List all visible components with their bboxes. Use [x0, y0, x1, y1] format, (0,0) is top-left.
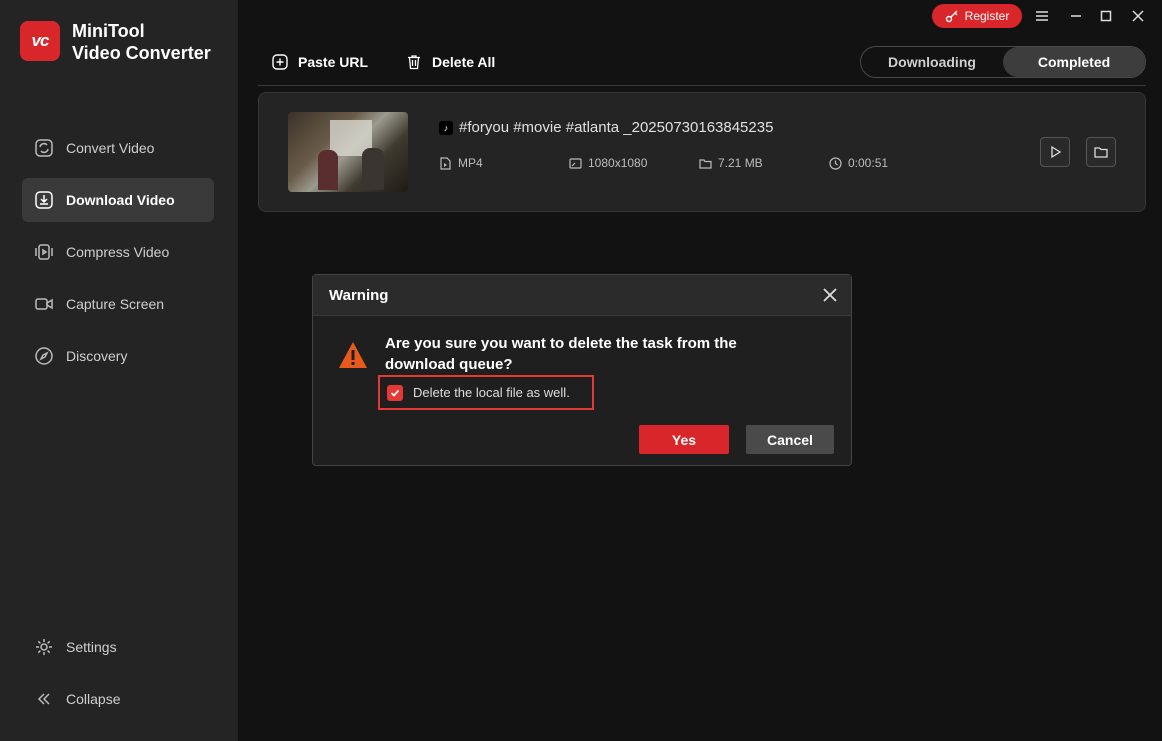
sidebar: vc MiniTool Video Converter Convert Vide…: [0, 0, 238, 741]
app-logo: vc: [20, 21, 60, 61]
task-resolution: 1080x1080: [569, 156, 647, 170]
sidebar-item-compress-video[interactable]: Compress Video: [22, 230, 214, 274]
plus-square-icon: [272, 54, 288, 70]
maximize-button[interactable]: [1096, 6, 1116, 26]
folder-icon: [699, 158, 712, 169]
maximize-icon: [1100, 10, 1112, 22]
register-button[interactable]: Register: [932, 4, 1022, 28]
key-icon: [945, 10, 958, 23]
checkbox-label: Delete the local file as well.: [413, 385, 570, 400]
close-window-button[interactable]: [1128, 6, 1148, 26]
sidebar-item-download-video[interactable]: Download Video: [22, 178, 214, 222]
dialog-title: Warning: [329, 286, 389, 304]
download-icon: [35, 191, 53, 209]
file-video-icon: [440, 156, 451, 170]
settings-button[interactable]: Settings: [22, 625, 214, 669]
open-folder-button[interactable]: [1086, 137, 1116, 167]
warning-dialog: Warning Are you sure you want to delete …: [312, 274, 852, 466]
convert-icon: [35, 139, 53, 157]
task-size: 7.21 MB: [699, 156, 763, 170]
delete-local-file-option[interactable]: Delete the local file as well.: [378, 375, 594, 410]
video-thumbnail[interactable]: [288, 112, 408, 192]
yes-button[interactable]: Yes: [639, 425, 729, 454]
sidebar-item-discovery[interactable]: Discovery: [22, 334, 214, 378]
download-tabs: Downloading Completed: [860, 46, 1146, 78]
play-icon: [1051, 145, 1062, 159]
sidebar-nav: Convert Video Download Video Compress Vi…: [22, 126, 214, 386]
hamburger-icon: [1036, 11, 1048, 21]
gear-icon: [36, 639, 52, 655]
compass-icon: [35, 347, 53, 365]
sidebar-item-convert-video[interactable]: Convert Video: [22, 126, 214, 170]
minimize-button[interactable]: [1066, 6, 1086, 26]
sidebar-item-capture-screen[interactable]: Capture Screen: [22, 282, 214, 326]
dialog-header: Warning: [313, 275, 851, 316]
task-format: MP4: [439, 156, 483, 170]
dialog-message: Are you sure you want to delete the task…: [385, 335, 737, 373]
menu-button[interactable]: [1032, 6, 1052, 26]
double-chevron-left-icon: [37, 693, 50, 705]
paste-url-button[interactable]: Paste URL: [272, 54, 368, 70]
tab-completed[interactable]: Completed: [1003, 47, 1145, 77]
sidebar-bottom: Settings Collapse: [22, 625, 214, 729]
tiktok-icon: ♪: [439, 120, 453, 135]
task-duration: 0:00:51: [829, 156, 888, 170]
play-button[interactable]: [1040, 137, 1070, 167]
clock-icon: [829, 156, 842, 170]
warning-icon: [339, 342, 367, 368]
checkmark-icon: [390, 389, 400, 397]
task-card: ♪ #foryou #movie #atlanta _2025073016384…: [258, 92, 1146, 212]
close-icon: [1132, 10, 1144, 22]
camera-icon: [35, 298, 53, 310]
cancel-button[interactable]: Cancel: [746, 425, 834, 454]
tab-downloading[interactable]: Downloading: [861, 47, 1003, 77]
delete-local-file-checkbox[interactable]: [387, 384, 403, 401]
resolution-icon: [569, 157, 582, 169]
dialog-close-button[interactable]: [821, 286, 839, 304]
trash-icon: [408, 55, 420, 70]
app-name: MiniTool Video Converter: [72, 21, 211, 63]
minimize-icon: [1071, 15, 1081, 17]
collapse-button[interactable]: Collapse: [22, 677, 214, 721]
task-title: ♪ #foryou #movie #atlanta _2025073016384…: [439, 119, 773, 136]
delete-all-button[interactable]: Delete All: [406, 54, 495, 70]
folder-icon: [1094, 147, 1108, 158]
compress-icon: [35, 244, 53, 260]
